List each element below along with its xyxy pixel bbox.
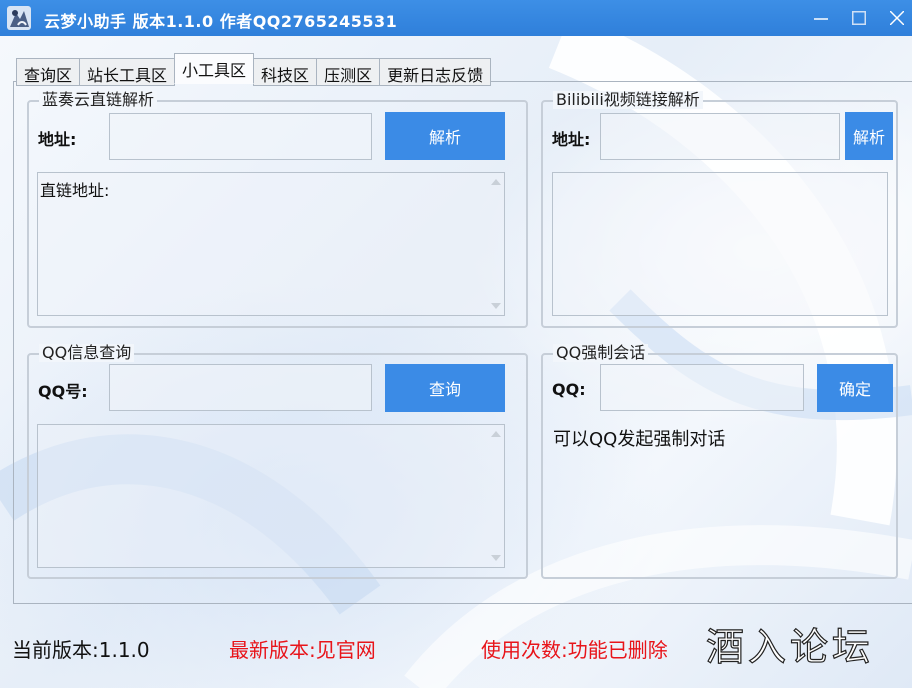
bilibili-address-label: 地址: (552, 130, 591, 149)
current-version-status: 当前版本:1.1.0 (12, 638, 150, 662)
app-window: 云梦小助手 版本1.1.0 作者QQ2765245531 查询区 站长工具区 小… (0, 0, 912, 688)
tab-small-tools[interactable]: 小工具区 (174, 53, 255, 84)
scroll-up-icon[interactable] (491, 431, 501, 437)
qq-chat-group-title: QQ强制会话 (553, 344, 649, 362)
minimize-icon (814, 18, 828, 20)
tab-tech[interactable]: 科技区 (253, 58, 318, 86)
lanzou-result-textarea[interactable]: 直链地址: (37, 172, 505, 316)
lanzou-group-title: 蓝奏云直链解析 (39, 91, 158, 109)
qq-chat-input[interactable] (600, 364, 804, 411)
window-title: 云梦小助手 版本1.1.0 作者QQ2765245531 (44, 12, 398, 31)
tab-strip: 查询区 站长工具区 小工具区 科技区 压测区 更新日志反馈 (16, 53, 492, 86)
usage-count-status: 使用次数:功能已删除 (481, 638, 668, 662)
maximize-icon (852, 11, 866, 25)
app-logo-icon (7, 6, 31, 30)
bilibili-result-textarea[interactable] (552, 172, 888, 316)
qq-chat-label: QQ: (552, 380, 586, 399)
scroll-down-icon[interactable] (491, 303, 501, 309)
scroll-up-icon[interactable] (491, 179, 501, 185)
lanzou-address-input[interactable] (109, 113, 372, 160)
close-icon (890, 11, 904, 25)
tab-query[interactable]: 查询区 (16, 58, 81, 86)
forum-watermark: 酒入论坛 (705, 624, 875, 669)
scroll-down-icon[interactable] (491, 555, 501, 561)
tab-stress-test[interactable]: 压测区 (316, 58, 381, 86)
bilibili-address-input[interactable] (600, 113, 840, 160)
lanzou-result-text: 直链地址: (40, 181, 110, 200)
qq-number-input[interactable] (109, 364, 372, 411)
qq-query-button[interactable]: 查询 (385, 364, 505, 412)
bilibili-group-title: Bilibili视频链接解析 (553, 91, 703, 109)
lanzou-parse-button[interactable]: 解析 (385, 112, 505, 160)
qq-info-result-textarea[interactable] (37, 424, 505, 568)
latest-version-status: 最新版本:见官网 (229, 638, 376, 662)
qq-chat-hint: 可以QQ发起强制对话 (553, 429, 726, 450)
bilibili-parse-button[interactable]: 解析 (845, 112, 893, 160)
tab-changelog-feedback[interactable]: 更新日志反馈 (379, 58, 492, 86)
qq-info-group-title: QQ信息查询 (39, 344, 135, 362)
tab-webmaster-tools[interactable]: 站长工具区 (79, 58, 176, 86)
title-bar[interactable]: 云梦小助手 版本1.1.0 作者QQ2765245531 (0, 0, 912, 36)
qq-chat-confirm-button[interactable]: 确定 (817, 364, 893, 412)
lanzou-address-label: 地址: (38, 130, 77, 149)
close-button[interactable] (874, 0, 912, 36)
qq-number-label: QQ号: (38, 382, 88, 401)
